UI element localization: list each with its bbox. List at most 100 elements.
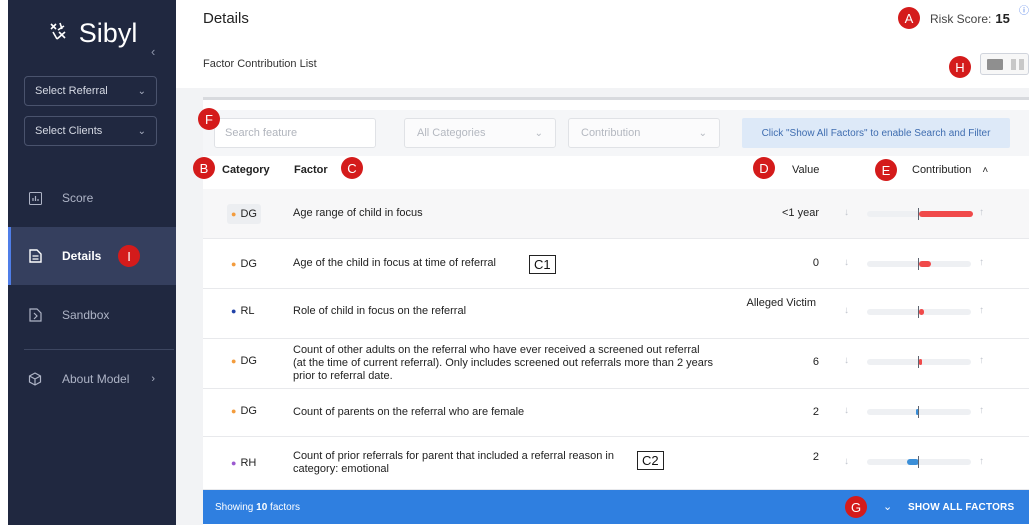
chevron-down-icon: ⌄ (534, 127, 543, 139)
arrow-down-icon: ↓ (844, 355, 849, 366)
category-code: DG (240, 355, 257, 367)
showing-count: Showing 10 factors (215, 502, 300, 513)
contribution-bar-fill (919, 261, 932, 267)
table-row[interactable]: ● DG Age range of child in focus <1 year … (203, 189, 1029, 239)
annotation-marker: B (193, 157, 215, 179)
chevron-up-icon[interactable]: ˄ (982, 165, 988, 176)
sidebar-item-sandbox[interactable]: Sandbox (8, 286, 176, 344)
risk-score-value: 15 (995, 11, 1010, 26)
category-code: DG (240, 208, 257, 220)
category-filter-select[interactable]: All Categories ⌄ (404, 118, 556, 148)
view-toggle[interactable] (980, 53, 1029, 75)
collapse-sidebar-button[interactable]: ‹ (151, 44, 155, 59)
select-clients-label: Select Clients (35, 125, 103, 137)
category-code: RH (240, 457, 257, 469)
search-input[interactable]: Search feature (214, 118, 376, 148)
search-placeholder: Search feature (225, 127, 298, 139)
contribution-zero-line (918, 258, 919, 270)
column-view-icon[interactable] (1011, 59, 1016, 70)
table-row[interactable]: ● DG Count of other adults on the referra… (203, 339, 1029, 389)
category-badge: ● RH (227, 453, 260, 473)
column-view-icon-2 (1019, 59, 1024, 70)
category-dot: ● (231, 356, 237, 366)
category-dot: ● (231, 458, 237, 468)
category-badge: ● DG (227, 254, 261, 274)
table-row[interactable]: ● RH Count of prior referrals for parent … (203, 437, 1029, 490)
factor-value: 2 (812, 406, 819, 418)
contribution-header-label: Contribution (912, 164, 972, 176)
app-root: Sibyl ‹ Select Referral ⌄ Select Clients… (0, 0, 1029, 525)
page-title: Details (203, 10, 249, 27)
annotation-marker: D (753, 157, 775, 179)
contribution-bar (867, 406, 971, 418)
annotation-box: C1 (529, 255, 556, 274)
category-dot: ● (231, 209, 237, 219)
factor-value: <1 year (782, 207, 819, 219)
factor-name: Count of other adults on the referral wh… (293, 344, 714, 382)
sidebar-item-label: Score (62, 191, 94, 205)
annotation-marker: I (118, 245, 140, 267)
sort-select[interactable]: Contribution ⌄ (568, 118, 720, 148)
sidebar-item-label: Details (62, 249, 102, 263)
showing-prefix: Showing (215, 502, 257, 513)
sidebar: Sibyl ‹ Select Referral ⌄ Select Clients… (8, 0, 176, 525)
contribution-zero-line (918, 208, 919, 220)
factor-name: Age of the child in focus at time of ref… (293, 257, 496, 269)
info-icon[interactable]: ⓘ (1019, 2, 1029, 17)
factor-value: 2 (812, 451, 819, 463)
annotation-marker: A (898, 7, 920, 29)
select-clients-dropdown[interactable]: Select Clients ⌄ (24, 116, 157, 146)
section-subtitle: Factor Contribution List (203, 58, 317, 70)
table-row[interactable]: ● DG Count of parents on the referral who… (203, 389, 1029, 437)
document-icon (28, 249, 42, 263)
arrow-up-icon: ↑ (979, 257, 984, 268)
contribution-zero-line (918, 406, 919, 418)
show-all-factors-button[interactable]: SHOW ALL FACTORS (908, 502, 1014, 513)
factor-name: Count of prior referrals for parent that… (293, 450, 614, 475)
sandbox-icon (28, 308, 42, 322)
contribution-bar (867, 456, 971, 468)
risk-score-label: Risk Score: (930, 12, 992, 26)
chevron-down-icon: ⌄ (137, 125, 146, 137)
list-view-icon[interactable] (987, 59, 1003, 70)
chevron-left-icon: ‹ (151, 44, 156, 59)
select-referral-dropdown[interactable]: Select Referral ⌄ (24, 76, 157, 106)
sidebar-item-label: Sandbox (62, 308, 110, 322)
filter-hint-button[interactable]: Click "Show All Factors" to enable Searc… (742, 118, 1010, 148)
column-header-value[interactable]: Value (792, 164, 819, 176)
annotation-marker: E (875, 159, 897, 181)
contribution-bar (867, 306, 971, 318)
sidebar-item-score[interactable]: Score (8, 169, 176, 227)
column-header-factor[interactable]: Factor (294, 164, 328, 176)
column-header-contribution[interactable]: Contribution ˄ (912, 164, 988, 176)
contribution-bar (867, 208, 974, 220)
chevron-down-icon[interactable]: ⌄ (883, 500, 892, 513)
category-code: DG (240, 258, 257, 270)
factor-value: 0 (812, 257, 819, 269)
sidebar-item-details[interactable]: Details (8, 227, 176, 285)
table-footer: Showing 10 factors ⌄ SHOW ALL FACTORS (203, 490, 1029, 524)
annotation-marker: G (845, 496, 867, 518)
arrow-down-icon: ↓ (844, 305, 849, 316)
sidebar-item-about-model[interactable]: About Model › (8, 350, 176, 408)
arrow-down-icon: ↓ (844, 456, 849, 467)
arrow-up-icon: ↑ (979, 456, 984, 467)
arrow-up-icon: ↑ (979, 305, 984, 316)
contribution-bar-fill (919, 309, 925, 315)
category-badge: ● DG (227, 204, 261, 224)
contribution-bar (867, 258, 971, 270)
cube-icon (28, 372, 42, 386)
sibyl-logo-icon (47, 22, 75, 47)
contribution-zero-line (918, 356, 919, 368)
category-badge: ● DG (227, 401, 261, 421)
arrow-up-icon: ↑ (979, 405, 984, 416)
category-dot: ● (231, 259, 237, 269)
column-header-category[interactable]: Category (222, 164, 270, 176)
category-dot: ● (231, 306, 237, 316)
table-row[interactable]: ● RL Role of child in focus on the referr… (203, 289, 1029, 339)
contribution-bar-fill (919, 211, 974, 217)
annotation-box: C2 (637, 451, 664, 470)
annotation-marker: F (198, 108, 220, 130)
bar-chart-icon (28, 191, 42, 205)
table-row[interactable]: ● DG Age of the child in focus at time of… (203, 239, 1029, 289)
